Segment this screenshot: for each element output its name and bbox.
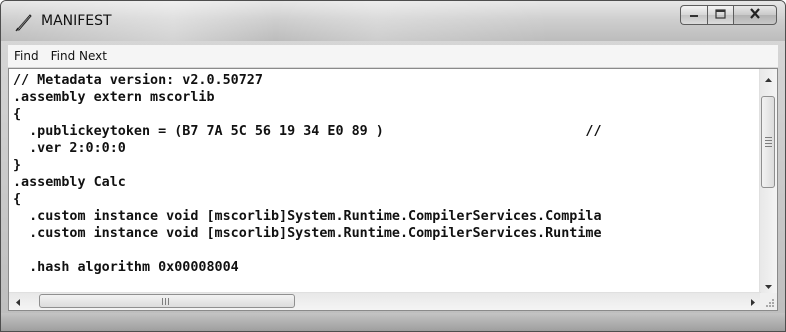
code-line: .custom instance void [mscorlib]System.R… [13, 226, 602, 241]
code-line: { [13, 192, 22, 207]
quill-pen-icon[interactable] [14, 12, 34, 32]
menu-find[interactable]: Find [8, 45, 45, 67]
code-line: { [13, 107, 22, 122]
manifest-text-view[interactable]: // Metadata version: v2.0.50727 .assembl… [8, 68, 778, 311]
code-line: .assembly extern mscorlib [13, 90, 215, 105]
maximize-button[interactable] [707, 5, 733, 25]
scroll-down-button[interactable] [760, 276, 777, 293]
arrow-right-icon [750, 293, 755, 311]
scroll-up-button[interactable] [760, 69, 777, 86]
window-title: MANIFEST [41, 13, 112, 29]
horizontal-scrollbar[interactable] [9, 292, 761, 310]
minimize-icon [689, 6, 699, 24]
maximize-icon [715, 6, 726, 24]
scroll-right-button[interactable] [744, 293, 761, 310]
code-line: .custom instance void [mscorlib]System.R… [13, 209, 602, 224]
menu-bar: Find Find Next [8, 45, 778, 68]
vertical-scroll-thumb[interactable] [761, 96, 775, 188]
scroll-left-button[interactable] [9, 293, 26, 310]
minimize-button[interactable] [680, 5, 707, 25]
window-bottom-border [1, 313, 785, 331]
horizontal-scroll-thumb[interactable] [39, 294, 295, 308]
arrow-up-icon [765, 69, 772, 87]
code-line: .hash algorithm 0x00008004 [13, 260, 239, 275]
arrow-down-icon [765, 276, 772, 294]
code-line: .ver 2:0:0:0 [13, 141, 126, 156]
code-line: } [13, 158, 22, 173]
manifest-window: MANIFEST Find Find Next // Metadata vers… [0, 0, 786, 332]
close-icon [749, 6, 761, 24]
title-bar[interactable]: MANIFEST [1, 1, 785, 41]
code-line: .publickeytoken = (B7 7A 5C 56 19 34 E0 … [13, 124, 602, 139]
code-line: .assembly Calc [13, 175, 126, 190]
arrow-left-icon [15, 293, 20, 311]
vertical-scrollbar[interactable] [759, 69, 777, 293]
caption-buttons [680, 5, 777, 25]
close-button[interactable] [733, 5, 777, 25]
menu-find-next[interactable]: Find Next [45, 45, 113, 67]
code-text-area[interactable]: // Metadata version: v2.0.50727 .assembl… [9, 69, 761, 293]
code-line: // Metadata version: v2.0.50727 [13, 73, 263, 88]
resize-grip[interactable] [760, 293, 777, 310]
